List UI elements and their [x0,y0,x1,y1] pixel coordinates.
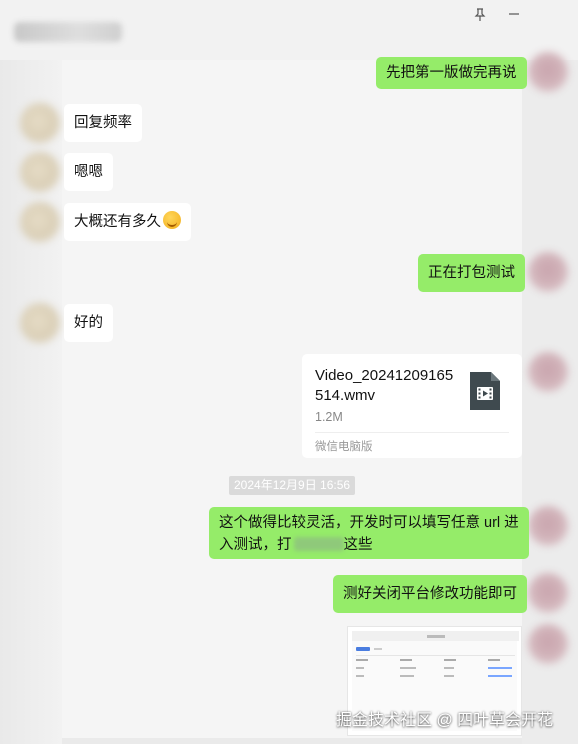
message-text: 正在打包测试 [428,265,515,281]
message-text: 好的 [74,315,103,331]
message-text-line: 这个做得比较灵活，开发时可以填写任意 url 进 [219,515,519,531]
file-name: Video_20241209165514.wmv [315,367,454,404]
message-text: 回复频率 [74,115,132,131]
my-avatar[interactable] [528,506,568,546]
message-text-line: 入测试，打 这些 [219,534,519,556]
minimize-icon[interactable] [504,4,524,24]
watermark: 掘金技术社区 @ 四叶草会开花 [336,712,554,729]
contact-avatar[interactable] [20,103,60,143]
message-bubble-outgoing[interactable]: 正在打包测试 [418,254,525,292]
my-avatar[interactable] [528,252,568,292]
redacted-text [293,537,344,551]
message-text: 测好关闭平台修改功能即可 [343,586,517,602]
my-avatar[interactable] [528,352,568,392]
message-bubble-incoming[interactable]: 回复频率 [64,104,142,142]
chat-titlebar [0,0,578,60]
contact-avatar[interactable] [20,152,60,192]
message-text: 大概还有多久 [74,214,161,230]
message-bubble-outgoing[interactable]: 这个做得比较灵活，开发时可以填写任意 url 进 入测试，打 这些 [209,507,529,559]
my-avatar[interactable] [528,573,568,613]
bottom-edge [62,738,522,744]
message-text-part: 这些 [343,537,373,553]
message-bubble-incoming[interactable]: 好的 [64,304,113,342]
divider [315,432,509,433]
message-bubble-outgoing[interactable]: 测好关闭平台修改功能即可 [333,575,527,613]
file-message-card[interactable]: Video_20241209165514.wmv 1.2M 微信电脑版 [302,354,522,458]
video-file-icon [470,372,500,410]
message-timestamp: 2024年12月9日 16:56 [229,476,356,495]
contact-avatar[interactable] [20,202,60,242]
message-text: 嗯嗯 [74,164,103,180]
file-source: 微信电脑版 [315,441,373,453]
file-size: 1.2M [315,410,343,424]
message-text-part: 入测试，打 [219,537,292,553]
message-bubble-outgoing[interactable]: 先把第一版做完再说 [376,57,527,89]
contact-avatar[interactable] [20,303,60,343]
message-bubble-incoming[interactable]: 嗯嗯 [64,153,113,191]
my-avatar[interactable] [528,624,568,664]
message-text: 先把第一版做完再说 [386,65,517,81]
contact-name-redacted [14,22,122,42]
my-avatar[interactable] [528,52,568,92]
pin-icon[interactable] [470,4,490,24]
message-bubble-incoming[interactable]: 大概还有多久 [64,203,191,241]
grinning-emoji-icon [163,211,181,229]
